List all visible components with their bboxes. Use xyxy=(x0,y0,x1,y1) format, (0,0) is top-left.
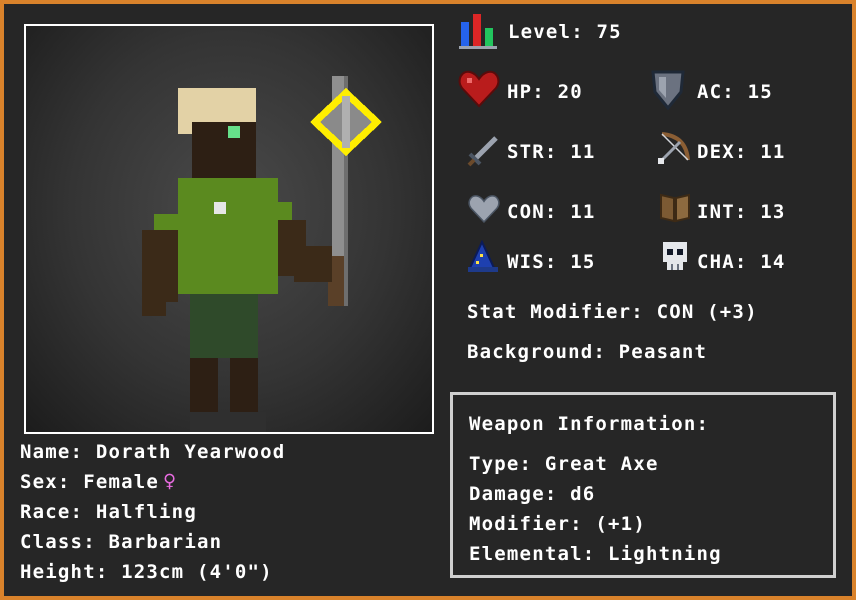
con-label: CON: xyxy=(507,201,558,223)
character-portrait xyxy=(24,24,434,434)
hp-row: HP: 20 xyxy=(507,81,583,103)
wis-value: 15 xyxy=(570,251,596,273)
race-row: Race: Halfling xyxy=(20,501,197,523)
character-sprite xyxy=(142,76,382,432)
background-label: Background: xyxy=(467,341,607,363)
dex-value: 11 xyxy=(760,141,786,163)
str-row: STR: 11 xyxy=(507,141,595,163)
sex-label: Sex: xyxy=(20,471,71,493)
weapon-modifier-label: Modifier: xyxy=(469,513,583,535)
sex-value: Female xyxy=(83,471,160,493)
hp-value: 20 xyxy=(557,81,583,103)
weapon-damage-value: d6 xyxy=(570,483,596,505)
character-sheet-frame: Name: Dorath Yearwood Sex: Female ♀ Race:… xyxy=(4,4,852,596)
int-value: 13 xyxy=(760,201,786,223)
background-row: Background: Peasant xyxy=(467,341,707,363)
int-row: INT: 13 xyxy=(697,201,785,223)
name-value: Dorath Yearwood xyxy=(95,441,286,463)
str-label: STR: xyxy=(507,141,558,163)
stat-modifier-value: CON (+3) xyxy=(656,301,758,323)
dex-row: DEX: 11 xyxy=(697,141,785,163)
int-label: INT: xyxy=(697,201,748,223)
weapon-type-value: Great Axe xyxy=(544,453,659,475)
weapon-info-panel: Weapon Information: Type: Great Axe Dama… xyxy=(450,392,836,578)
class-value: Barbarian xyxy=(108,531,223,553)
race-label: Race: xyxy=(20,501,84,523)
book-icon xyxy=(660,193,690,223)
cha-label: CHA: xyxy=(697,251,748,273)
class-label: Class: xyxy=(20,531,96,553)
cha-value: 14 xyxy=(760,251,786,273)
name-row: Name: Dorath Yearwood xyxy=(20,441,285,463)
weapon-elemental-row: Elemental: Lightning xyxy=(469,543,722,565)
wis-label: WIS: xyxy=(507,251,558,273)
race-value: Halfling xyxy=(95,501,197,523)
height-value: 123cm (4'0") xyxy=(121,561,273,583)
weapon-type-row: Type: Great Axe xyxy=(469,453,659,475)
height-row: Height: 123cm (4'0") xyxy=(20,561,273,583)
ac-row: AC: 15 xyxy=(697,81,773,103)
name-label: Name: xyxy=(20,441,84,463)
weapon-elemental-label: Elemental: xyxy=(469,543,596,565)
con-value: 11 xyxy=(570,201,596,223)
level-value: 75 xyxy=(596,21,622,43)
bow-icon xyxy=(658,132,690,164)
level-label: Level: xyxy=(508,21,584,43)
grey-heart-icon xyxy=(468,195,500,224)
ac-label: AC: xyxy=(697,81,735,103)
level-row: Level: 75 xyxy=(508,21,622,43)
hp-label: HP: xyxy=(507,81,545,103)
weapon-damage-label: Damage: xyxy=(469,483,558,505)
stat-modifier-row: Stat Modifier: CON (+3) xyxy=(467,301,758,323)
sword-icon xyxy=(467,136,498,167)
shield-icon xyxy=(651,70,685,110)
level-bars-icon xyxy=(459,14,497,49)
weapon-modifier-value: (+1) xyxy=(595,513,646,535)
dex-label: DEX: xyxy=(697,141,748,163)
str-value: 11 xyxy=(570,141,596,163)
con-row: CON: 11 xyxy=(507,201,595,223)
weapon-modifier-row: Modifier: (+1) xyxy=(469,513,646,535)
heart-icon xyxy=(458,70,500,108)
cha-row: CHA: 14 xyxy=(697,251,785,273)
female-symbol-icon: ♀ xyxy=(163,469,178,494)
class-row: Class: Barbarian xyxy=(20,531,222,553)
weapon-info-title: Weapon Information: xyxy=(469,413,710,435)
wizard-hat-icon xyxy=(468,240,498,272)
sex-row: Sex: Female ♀ xyxy=(20,469,178,494)
height-label: Height: xyxy=(20,561,109,583)
skull-icon xyxy=(663,242,687,270)
background-value: Peasant xyxy=(618,341,708,363)
ac-value: 15 xyxy=(747,81,773,103)
weapon-elemental-value: Lightning xyxy=(608,543,722,565)
weapon-type-label: Type: xyxy=(469,453,533,475)
weapon-damage-row: Damage: d6 xyxy=(469,483,595,505)
wis-row: WIS: 15 xyxy=(507,251,595,273)
stat-modifier-label: Stat Modifier: xyxy=(467,301,644,323)
